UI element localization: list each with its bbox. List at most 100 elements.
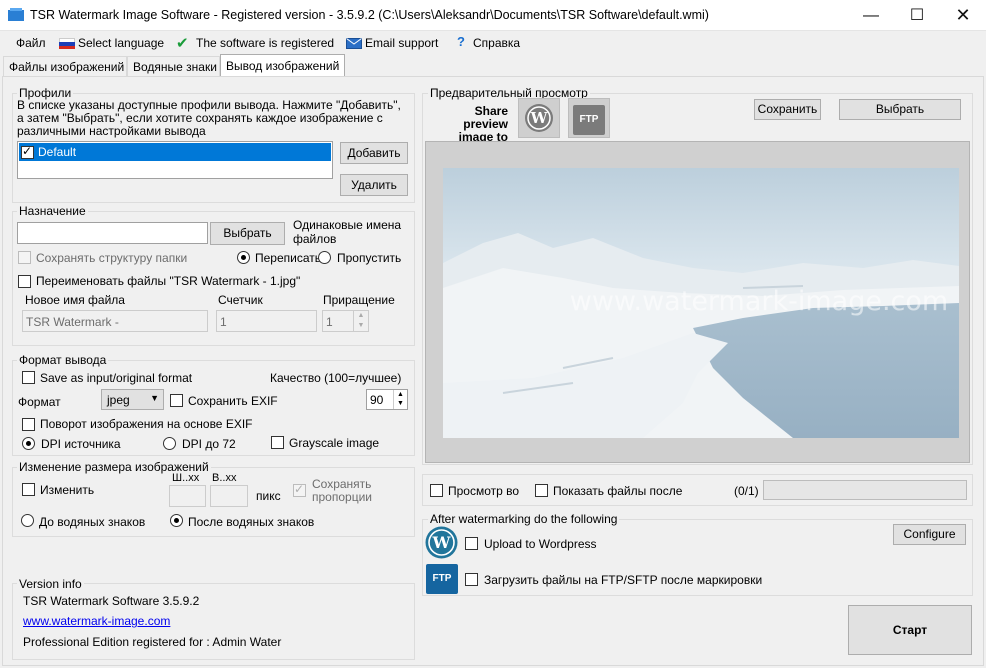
maximize-button[interactable]: ☐ [894, 0, 940, 31]
resize-label: Изменить [40, 483, 95, 497]
after-watermark-label: После водяных знаков [188, 515, 315, 529]
dpi-source-radio[interactable] [22, 437, 35, 450]
keep-structure-checkbox [18, 251, 31, 264]
version-line: TSR Watermark Software 3.5.9.2 [23, 594, 200, 608]
preview-in-checkbox[interactable] [430, 484, 443, 497]
skip-label: Пропустить [337, 251, 402, 265]
quality-label: Качество (100=лучшее) [270, 371, 402, 385]
tab-image-files[interactable]: Файлы изображений [3, 56, 127, 77]
counter-label: Счетчик [218, 293, 263, 307]
resize-checkbox[interactable] [22, 483, 35, 496]
configure-button[interactable]: Configure [893, 524, 966, 545]
destination-browse-button[interactable]: Выбрать [210, 222, 285, 245]
save-as-input-label: Save as input/original format [40, 371, 193, 385]
format-select[interactable]: jpeg ▼ [101, 389, 164, 410]
profiles-description: В списке указаны доступные профили вывод… [17, 98, 401, 138]
increment-input: 1 ▲ ▼ [322, 310, 369, 332]
keep-exif-label: Сохранить EXIF [188, 394, 278, 408]
share-ftp-button[interactable]: FTP [568, 98, 610, 138]
wordpress-icon: W [425, 526, 458, 559]
tab-bar: Файлы изображений Водяные знаки Вывод из… [0, 54, 986, 77]
menu-registered[interactable]: The software is registered [196, 36, 334, 50]
show-files-after-label: Показать файлы после [553, 484, 683, 498]
share-wordpress-button[interactable]: W [518, 98, 560, 138]
progress-bar [763, 480, 967, 500]
close-button[interactable]: ✕ [940, 0, 986, 31]
ftp-icon: FTP [573, 105, 605, 135]
menu-bar: Файл Select language ✔ The software is r… [0, 31, 986, 56]
show-files-after-checkbox[interactable] [535, 484, 548, 497]
increment-label: Приращение [323, 293, 395, 307]
overwrite-label: Переписать [255, 251, 322, 265]
remove-profile-button[interactable]: Удалить [340, 174, 408, 196]
keep-proportions-label: Сохранять пропорции [312, 477, 372, 504]
progress-count: (0/1) [734, 484, 759, 498]
format-label: Формат [18, 395, 61, 409]
save-as-input-checkbox[interactable] [22, 371, 35, 384]
dpi-72-radio[interactable] [163, 437, 176, 450]
preview-in-label: Просмотр во [448, 484, 520, 498]
before-watermark-radio[interactable] [21, 514, 34, 527]
profile-checkbox[interactable]: ✓ [21, 144, 34, 159]
chevron-down-icon: ▼ [150, 393, 159, 403]
keep-exif-checkbox[interactable] [170, 394, 183, 407]
quality-value: 90 [370, 393, 384, 407]
skip-radio[interactable] [318, 251, 331, 264]
after-watermark-radio[interactable] [170, 514, 183, 527]
upload-wordpress-label: Upload to Wordpress [484, 537, 597, 551]
upload-ftp-checkbox[interactable] [465, 573, 478, 586]
rotate-exif-checkbox[interactable] [22, 418, 35, 431]
quality-spinner[interactable]: ▲ ▼ [393, 390, 407, 409]
title-bar: TSR Watermark Image Software - Registere… [0, 0, 986, 31]
russian-flag-icon [59, 38, 75, 49]
keep-proportions-checkbox: ✓ [293, 482, 306, 497]
counter-input: 1 [216, 310, 317, 332]
new-name-input: TSR Watermark - [22, 310, 208, 332]
window-title: TSR Watermark Image Software - Registere… [30, 8, 709, 22]
keep-structure-label: Сохранять структуру папки [36, 251, 188, 265]
increment-value: 1 [326, 315, 333, 329]
width-input [169, 485, 206, 507]
tab-image-output[interactable]: Вывод изображений [220, 54, 345, 77]
height-label: В..xx [212, 472, 237, 484]
same-names-label: Одинаковые имена файлов [293, 218, 402, 246]
upload-wordpress-checkbox[interactable] [465, 537, 478, 550]
start-button[interactable]: Старт [848, 605, 972, 655]
minimize-button[interactable]: — [848, 0, 894, 31]
output-format-title: Формат вывода [17, 353, 109, 367]
menu-select-language[interactable]: Select language [78, 36, 164, 50]
quality-stepper[interactable]: 90 ▲ ▼ [366, 389, 408, 410]
choose-preview-button[interactable]: Выбрать [839, 99, 961, 120]
save-preview-button[interactable]: Сохранить [754, 99, 821, 120]
rotate-exif-label: Поворот изображения на основе EXIF [40, 417, 253, 431]
ftp-icon: FTP [426, 564, 458, 594]
destination-title: Назначение [17, 204, 88, 218]
destination-path-input[interactable] [17, 222, 208, 244]
rename-files-checkbox[interactable] [18, 275, 31, 288]
share-preview-label: Share preview image to [458, 104, 508, 144]
grayscale-checkbox[interactable] [271, 436, 284, 449]
height-input [210, 485, 248, 507]
menu-file[interactable]: Файл [16, 36, 46, 50]
checkmark-icon: ✔ [176, 35, 189, 52]
email-icon [346, 38, 362, 49]
grayscale-label: Grayscale image [289, 436, 380, 450]
tab-watermarks[interactable]: Водяные знаки [127, 56, 220, 77]
increment-spinner: ▲ ▼ [353, 311, 368, 331]
dpi-72-label: DPI до 72 [182, 437, 236, 451]
before-watermark-label: До водяных знаков [39, 515, 146, 529]
menu-email-support[interactable]: Email support [365, 36, 438, 50]
profiles-list[interactable]: ✓ Default [17, 141, 333, 179]
profile-label: Default [38, 145, 77, 159]
website-link[interactable]: www.watermark-image.com [23, 614, 170, 628]
after-watermarking-title: After watermarking do the following [428, 512, 620, 526]
overwrite-radio[interactable] [237, 251, 250, 264]
menu-help[interactable]: Справка [473, 36, 520, 50]
wordpress-icon: W [525, 104, 553, 132]
px-label: пикс [256, 489, 281, 503]
preview-area: www.watermark-image.com [425, 141, 970, 463]
add-profile-button[interactable]: Добавить [340, 142, 408, 164]
rename-files-label: Переименовать файлы "TSR Watermark - 1.j… [36, 274, 301, 288]
registration-line: Professional Edition registered for : Ad… [23, 635, 282, 649]
svg-text:W: W [432, 533, 452, 552]
